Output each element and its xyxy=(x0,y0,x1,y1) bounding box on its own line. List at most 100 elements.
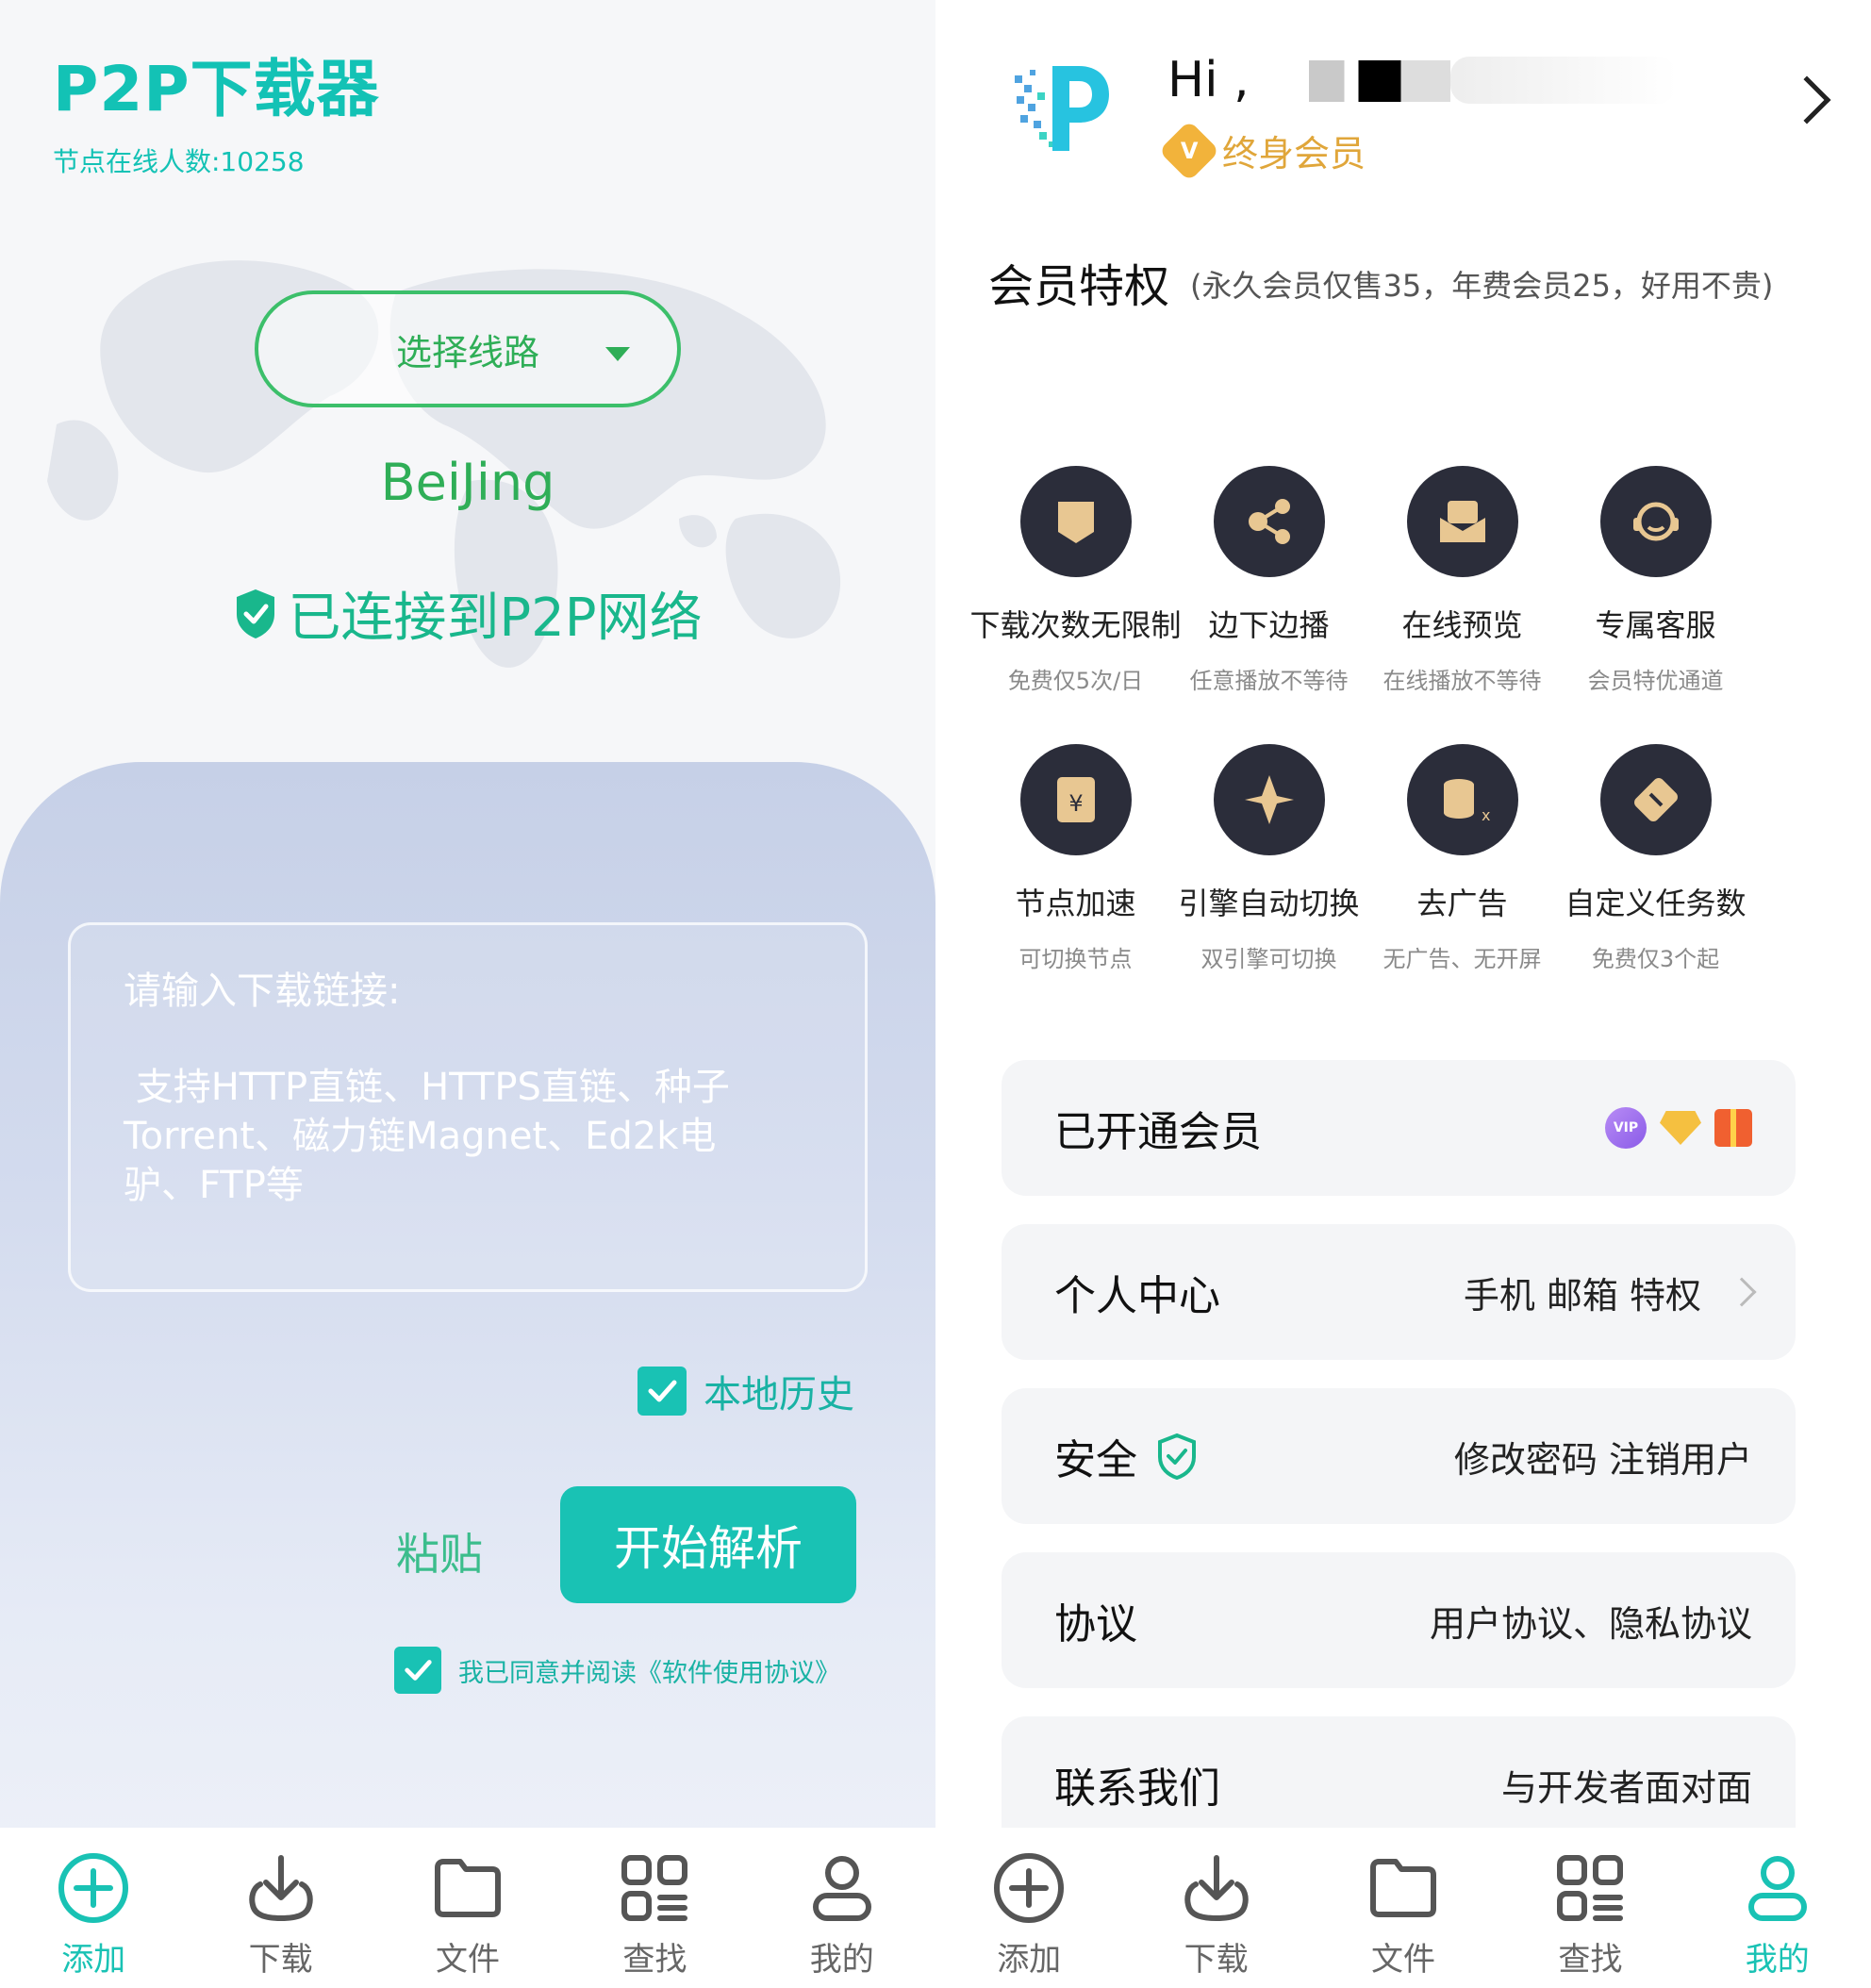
tab-label: 我的 xyxy=(809,1941,874,1979)
row-membership-active[interactable]: 已开通会员 VIP xyxy=(1002,1060,1796,1196)
row-personal-center[interactable]: 个人中心 手机 邮箱 特权 xyxy=(1002,1224,1796,1360)
tab-download[interactable]: 下载 xyxy=(206,1850,356,1980)
row-value: 手机 邮箱 特权 xyxy=(1464,1267,1757,1318)
download-icon xyxy=(1184,1855,1249,1922)
tab-search[interactable]: 查找 xyxy=(1515,1850,1665,1980)
folder-icon xyxy=(434,1859,501,1917)
tab-mine[interactable]: 我的 xyxy=(767,1850,918,1980)
tab-files[interactable]: 文件 xyxy=(1328,1850,1479,1980)
tab-label: 我的 xyxy=(1745,1941,1810,1979)
chevron-right-icon xyxy=(1727,1277,1757,1307)
agreement-toggle[interactable]: 我已同意并阅读《软件使用协议》 xyxy=(394,1647,840,1694)
caret-down-icon xyxy=(605,347,630,361)
select-route-button[interactable]: 选择线路 xyxy=(255,290,681,407)
tab-label: 添加 xyxy=(997,1941,1062,1979)
perk-engine-switch[interactable]: 引擎自动切换 双引擎可切换 xyxy=(1172,744,1366,973)
wallet-icon: ¥ xyxy=(1019,744,1132,855)
membership-label: 终身会员 xyxy=(1222,133,1366,174)
download-link-input[interactable]: 请输入下载链接: 支持HTTP直链、HTTPS直链、种子 Torrent、磁力链… xyxy=(68,922,868,1292)
tab-add[interactable]: 添加 xyxy=(18,1850,169,1980)
perk-desc: 双引擎可切换 xyxy=(1200,946,1337,972)
privileges-title: 会员特权 xyxy=(988,260,1170,313)
tab-label: 下载 xyxy=(1184,1941,1249,1979)
input-placeholder-desc: 支持HTTP直链、HTTPS直链、种子 Torrent、磁力链Magnet、Ed… xyxy=(124,1066,730,1207)
perk-support[interactable]: 专属客服 会员特优通道 xyxy=(1559,466,1752,695)
local-history-label: 本地历史 xyxy=(704,1373,854,1416)
privileges-note: (永久会员仅售35，年费会员25，好用不贵) xyxy=(1190,268,1774,304)
perk-name: 边下边播 xyxy=(1208,607,1330,643)
perk-unlimited-downloads[interactable]: 下载次数无限制 免费仅5次/日 xyxy=(970,466,1182,695)
perk-stream-while-download[interactable]: 边下边播 任意播放不等待 xyxy=(1172,466,1366,695)
diamond-icon xyxy=(1660,1111,1701,1145)
tab-label: 查找 xyxy=(622,1941,687,1979)
profile-screen: Hi , V 终身会员 会员特权 (永久会员仅售35，年费会员25，好用不贵) … xyxy=(936,0,1871,1988)
plus-circle-icon xyxy=(58,1853,129,1923)
perk-node-boost[interactable]: ¥ 节点加速 可切换节点 xyxy=(979,744,1172,973)
agreement-label: 我已同意并阅读《软件使用协议》 xyxy=(458,1658,840,1688)
perk-online-preview[interactable]: 在线预览 在线播放不等待 xyxy=(1366,466,1559,695)
perk-name: 在线预览 xyxy=(1401,607,1523,643)
profile-chevron-icon[interactable] xyxy=(1782,75,1831,124)
perk-desc: 会员特优通道 xyxy=(1587,668,1724,694)
perk-name: 去广告 xyxy=(1416,886,1508,921)
tab-add[interactable]: 添加 xyxy=(953,1850,1104,1980)
row-label: 协议 xyxy=(1054,1600,1137,1648)
switch-icon xyxy=(1213,744,1325,855)
greeting: Hi , xyxy=(1167,52,1250,108)
perk-custom-tasks[interactable]: 自定义任务数 免费仅3个起 xyxy=(1559,744,1752,973)
coins-icon: x2 xyxy=(1406,744,1518,855)
local-history-toggle[interactable]: 本地历史 xyxy=(637,1364,854,1418)
perk-name: 节点加速 xyxy=(1015,886,1136,921)
connection-status-text: 已连接到P2P网络 xyxy=(288,588,703,649)
perk-name: 专属客服 xyxy=(1595,607,1716,643)
tab-download[interactable]: 下载 xyxy=(1141,1850,1292,1980)
user-icon xyxy=(1747,1856,1807,1921)
tab-label: 下载 xyxy=(248,1941,313,1979)
username-blur xyxy=(1450,57,1677,104)
perk-desc: 免费仅5次/日 xyxy=(1007,668,1144,694)
online-count: 节点在线人数:10258 xyxy=(53,146,305,177)
row-label: 个人中心 xyxy=(1054,1272,1220,1320)
row-agreements[interactable]: 协议 用户协议、隐私协议 xyxy=(1002,1552,1796,1688)
tab-mine[interactable]: 我的 xyxy=(1702,1850,1853,1980)
privileges-grid: 下载次数无限制 免费仅5次/日 边下边播 任意播放不等待 在线预览 在线播放不等… xyxy=(970,466,1752,973)
grid-search-icon xyxy=(1557,1855,1624,1921)
perk-desc: 无广告、无开屏 xyxy=(1383,946,1542,972)
perk-desc: 免费仅3个起 xyxy=(1591,946,1720,972)
shield-check-icon xyxy=(1158,1433,1196,1480)
envelope-icon xyxy=(1406,466,1518,577)
app-logo xyxy=(1015,66,1109,151)
gift-icon xyxy=(1714,1109,1752,1147)
svg-text:x2: x2 xyxy=(1482,806,1491,824)
shield-icon xyxy=(1019,466,1132,577)
checkbox-checked-icon[interactable] xyxy=(394,1647,441,1694)
shield-check-icon xyxy=(237,588,275,638)
perk-name: 自定义任务数 xyxy=(1565,886,1747,921)
perk-name: 下载次数无限制 xyxy=(969,607,1182,643)
perk-no-ads[interactable]: x2 去广告 无广告、无开屏 xyxy=(1366,744,1559,973)
user-icon xyxy=(812,1856,871,1921)
perk-desc: 可切换节点 xyxy=(1018,946,1133,972)
perk-name: 引擎自动切换 xyxy=(1178,886,1360,921)
download-icon xyxy=(248,1855,313,1922)
add-download-screen: P2P下载器 节点在线人数:10258 选择线路 BeiJing 已连接到P2P… xyxy=(0,0,936,1988)
row-value: 修改密码 注销用户 xyxy=(1453,1438,1752,1481)
input-placeholder-title: 请输入下载链接: xyxy=(124,969,401,1013)
connection-status: 已连接到P2P网络 xyxy=(0,575,936,652)
perk-desc: 在线播放不等待 xyxy=(1383,668,1542,694)
tab-search[interactable]: 查找 xyxy=(579,1850,730,1980)
row-label: 已开通会员 xyxy=(1054,1108,1262,1156)
start-parse-button[interactable]: 开始解析 xyxy=(560,1486,856,1603)
username-redacted xyxy=(1309,60,1450,102)
row-security[interactable]: 安全 修改密码 注销用户 xyxy=(1002,1388,1796,1524)
checkbox-checked-icon[interactable] xyxy=(637,1367,687,1416)
paste-button[interactable]: 粘贴 xyxy=(396,1520,483,1582)
row-value: 与开发者面对面 xyxy=(1500,1766,1752,1809)
tab-files[interactable]: 文件 xyxy=(392,1850,543,1980)
vip-badge-icon: VIP xyxy=(1605,1107,1647,1149)
row-value: 用户协议、隐私协议 xyxy=(1429,1602,1752,1645)
ticket-icon xyxy=(1599,744,1712,855)
select-route-label: 选择线路 xyxy=(395,331,539,373)
bottom-tab-bar: 添加 下载 文件 查找 我的 xyxy=(0,1828,936,1988)
tab-label: 文件 xyxy=(1370,1941,1435,1979)
